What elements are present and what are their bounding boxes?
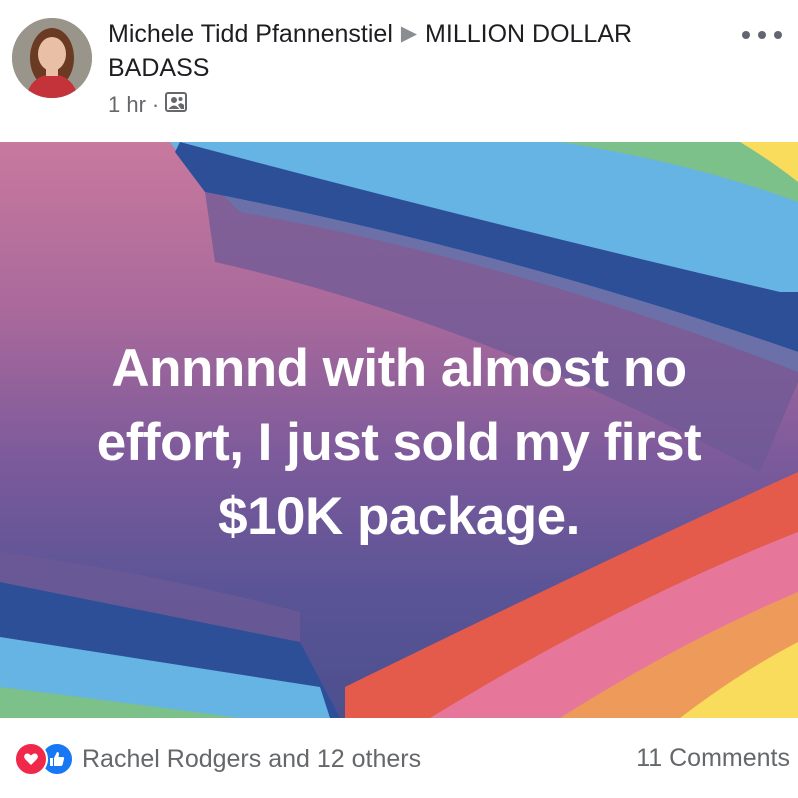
post-timestamp[interactable]: 1 hr <box>108 92 146 118</box>
message-line: effort, I just sold my first <box>96 413 702 472</box>
post-message: Annnnd with almost no effort, I just sol… <box>0 332 798 554</box>
message-line: $10K package. <box>218 487 580 546</box>
more-dot <box>774 31 782 39</box>
post-footer: Rachel Rodgers and 12 others 11 Comments <box>0 718 798 798</box>
message-line: Annnnd with almost no <box>111 339 687 398</box>
meta-separator: · <box>151 92 160 117</box>
author-name[interactable]: Michele Tidd Pfannenstiel <box>108 20 393 48</box>
author-avatar[interactable] <box>12 18 92 98</box>
shared-to-arrow-icon: ▶ <box>400 22 418 45</box>
reactions-summary[interactable]: Rachel Rodgers and 12 others <box>14 742 421 776</box>
more-dot <box>742 31 750 39</box>
post-header: Michele Tidd Pfannenstiel ▶ MILLION DOLLAR… <box>0 0 798 142</box>
group-audience-icon <box>165 91 188 119</box>
reactions-text: Rachel Rodgers and 12 others <box>82 744 422 773</box>
post-text-card[interactable]: Annnnd with almost no effort, I just sol… <box>0 142 798 718</box>
facebook-post: Michele Tidd Pfannenstiel ▶ MILLION DOLLAR… <box>0 0 798 798</box>
post-meta: 1 hr · <box>108 91 188 119</box>
love-reaction-icon <box>14 742 48 776</box>
post-title: Michele Tidd Pfannenstiel ▶ MILLION DOLLAR… <box>108 18 738 85</box>
comments-count[interactable]: 11 Comments <box>636 744 790 773</box>
more-options-icon[interactable] <box>742 20 782 50</box>
more-dot <box>758 31 766 39</box>
